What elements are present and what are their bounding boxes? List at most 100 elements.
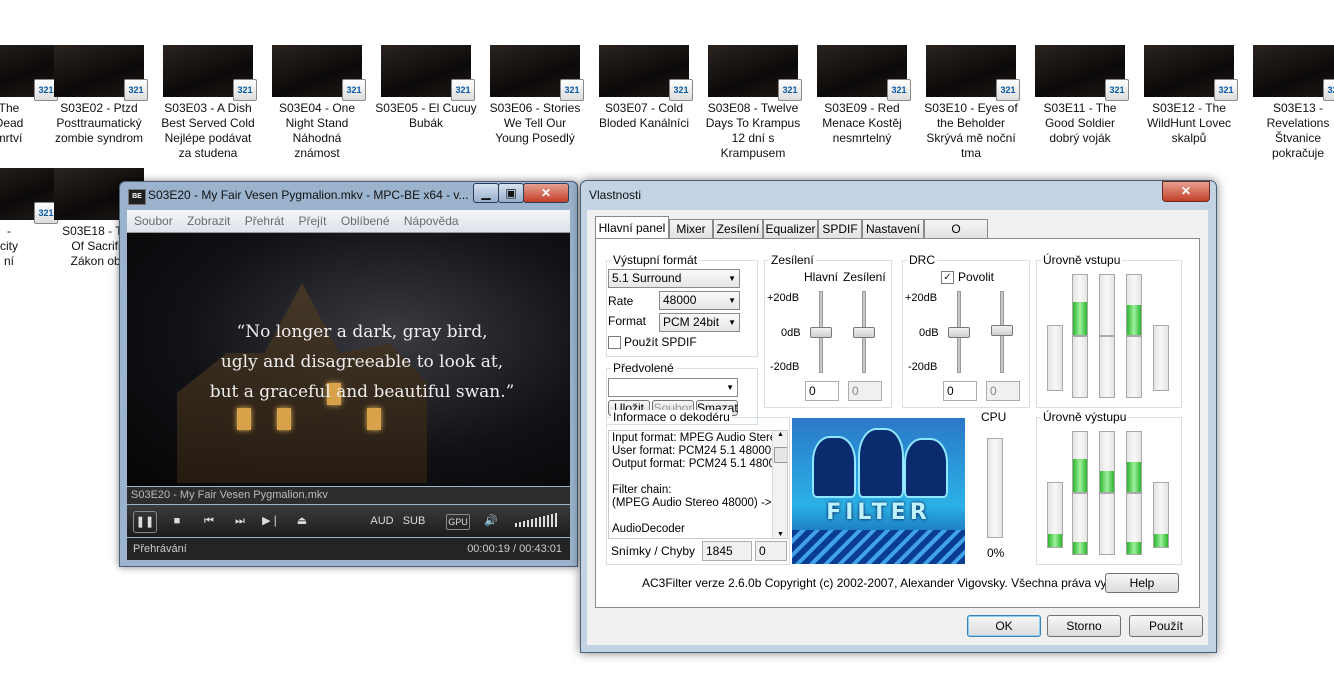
seek-bar-filename[interactable]: S03E20 - My Fair Vesen Pygmalion.mkv bbox=[127, 487, 570, 504]
format-select[interactable]: PCM 24bit ▼ bbox=[659, 313, 740, 332]
ok-button[interactable]: OK bbox=[967, 615, 1041, 637]
output-format-group: Výstupní formát 5.1 Surround ▼ Rate 48000… bbox=[606, 253, 758, 357]
level-fill bbox=[1127, 462, 1141, 492]
dialog-close-button[interactable]: ✕ bbox=[1162, 181, 1210, 202]
level-fill bbox=[1100, 471, 1114, 492]
level-fill bbox=[1048, 534, 1062, 547]
volume-slider[interactable] bbox=[515, 513, 561, 529]
drc-enable-label: Povolit bbox=[958, 270, 995, 284]
video-area[interactable]: “No longer a dark, gray bird, ugly and d… bbox=[127, 233, 570, 486]
chevron-down-icon: ▼ bbox=[728, 296, 736, 305]
menu-zobrazit[interactable]: Zobrazit bbox=[187, 210, 230, 232]
menu-soubor[interactable]: Soubor bbox=[134, 210, 173, 232]
mpc-status-bar: Přehrávání 00:00:19 / 00:43:01 bbox=[127, 538, 570, 560]
input-meter-upper bbox=[1072, 274, 1088, 336]
input-meter-upper bbox=[1126, 274, 1142, 336]
media-player-badge-icon: 321 bbox=[451, 79, 475, 101]
minimize-button[interactable]: ▁ bbox=[473, 183, 499, 203]
thumbnail-label: S03E03 - A Dish Best Served Cold Nejlépe… bbox=[161, 101, 255, 160]
audio-track-button[interactable]: AUD bbox=[370, 511, 394, 531]
input-meter-lower bbox=[1072, 336, 1088, 398]
logo-sail-icon bbox=[858, 428, 904, 498]
subtitle-track-button[interactable]: SUB bbox=[402, 511, 426, 531]
decoder-info-line: Output format: PCM24 5.1 48000 bbox=[612, 458, 782, 470]
menu-prehrat[interactable]: Přehrát bbox=[245, 210, 284, 232]
dialog-title: Vlastnosti bbox=[589, 188, 642, 202]
rate-label: Rate bbox=[608, 294, 634, 308]
chevron-down-icon: ▼ bbox=[728, 318, 736, 327]
menu-prejit[interactable]: Přejít bbox=[298, 210, 326, 232]
frame-step-icon[interactable]: ▶❘ bbox=[261, 511, 281, 531]
subtitle-line: but a graceful and beautiful swan.” bbox=[209, 382, 515, 402]
output-levels-title: Úrovně výstupu bbox=[1041, 410, 1129, 424]
volume-icon[interactable]: 🔊 bbox=[481, 511, 501, 531]
logo-sail-icon bbox=[904, 438, 948, 498]
tab-about[interactable]: O programu bbox=[924, 219, 988, 254]
output-meter-lower bbox=[1099, 493, 1115, 555]
decoder-info-text[interactable]: Input format: MPEG Audio Stereo User form… bbox=[608, 430, 788, 539]
cancel-button[interactable]: Storno bbox=[1047, 615, 1121, 637]
preset-combo[interactable]: ▼ bbox=[608, 378, 738, 397]
frames-count: 1845 bbox=[702, 541, 752, 561]
mpc-menu-bar: Soubor Zobrazit Přehrát Přejít Oblíbené … bbox=[127, 210, 570, 233]
mpc-title-bar[interactable]: BE S03E20 - My Fair Vesen Pygmalion.mkv … bbox=[120, 182, 577, 210]
mpc-window[interactable]: BE S03E20 - My Fair Vesen Pygmalion.mkv … bbox=[119, 181, 578, 567]
rate-select[interactable]: 48000 ▼ bbox=[659, 291, 740, 310]
tab-main-panel[interactable]: Hlavní panel bbox=[595, 216, 669, 239]
decoder-info-lines: Input format: MPEG Audio Stereo User form… bbox=[612, 432, 787, 536]
format-value: PCM 24bit bbox=[663, 315, 720, 329]
media-player-badge-icon: 321 bbox=[887, 79, 911, 101]
chevron-down-icon: ▼ bbox=[728, 274, 736, 283]
help-button[interactable]: Help bbox=[1105, 573, 1179, 593]
close-button[interactable]: ✕ bbox=[523, 183, 569, 203]
subtitle-line: ugly and disagreeable to look at, bbox=[220, 352, 504, 372]
mpc-app-icon[interactable]: BE bbox=[128, 189, 146, 205]
tab-spdif[interactable]: SPDIF bbox=[818, 219, 862, 238]
tab-gain[interactable]: Zesílení bbox=[713, 219, 763, 238]
scroll-up-icon[interactable]: ▲ bbox=[773, 431, 787, 438]
output-format-title: Výstupní formát bbox=[611, 253, 700, 267]
menu-oblibene[interactable]: Oblíbené bbox=[341, 210, 390, 232]
thumbnail-label: S03E11 - The Good Soldier dobrý voják bbox=[1043, 101, 1117, 145]
level-fill bbox=[1154, 534, 1168, 547]
gpu-indicator[interactable]: GPU bbox=[446, 514, 470, 530]
playback-time: 00:00:19 / 00:43:01 bbox=[467, 543, 562, 555]
drc-input-2[interactable]: 0 bbox=[986, 381, 1020, 401]
check-icon: ✓ bbox=[943, 272, 952, 283]
gain-input[interactable]: 0 bbox=[848, 381, 882, 401]
drc-input-1[interactable]: 0 bbox=[943, 381, 977, 401]
apply-button[interactable]: Použít bbox=[1129, 615, 1203, 637]
dialog-body: Hlavní panel Mixer Zesílení Equalizer SP… bbox=[587, 210, 1208, 645]
input-meter-lower bbox=[1126, 336, 1142, 398]
master-gain-input[interactable]: 0 bbox=[805, 381, 839, 401]
scroll-thumb[interactable] bbox=[774, 447, 787, 463]
gain-slider[interactable] bbox=[853, 327, 875, 338]
logo-sail-icon bbox=[812, 436, 856, 498]
frames-label: Snímky / Chyby bbox=[611, 544, 696, 558]
tab-equalizer[interactable]: Equalizer bbox=[763, 219, 818, 238]
menu-napoveda[interactable]: Nápověda bbox=[404, 210, 459, 232]
drc-slider-2[interactable] bbox=[991, 325, 1013, 336]
tab-settings[interactable]: Nastavení bbox=[862, 219, 924, 238]
previous-icon[interactable]: ⏮ bbox=[199, 511, 219, 531]
use-spdif-checkbox[interactable] bbox=[608, 336, 621, 349]
next-icon[interactable]: ⏭ bbox=[230, 511, 250, 531]
tab-mixer[interactable]: Mixer bbox=[669, 219, 713, 238]
speakers-select[interactable]: 5.1 Surround ▼ bbox=[608, 269, 740, 288]
stop-icon[interactable]: ■ bbox=[167, 511, 187, 531]
drc-enable-checkbox[interactable]: ✓ bbox=[941, 271, 954, 284]
speakers-value: 5.1 Surround bbox=[612, 271, 682, 285]
scroll-down-icon[interactable]: ▼ bbox=[773, 531, 787, 538]
decoder-info-line: AudioDecoder bbox=[612, 523, 685, 535]
eject-icon[interactable]: ⏏ bbox=[292, 511, 312, 531]
decoder-info-scrollbar[interactable]: ▲ ▼ bbox=[772, 431, 787, 538]
format-label: Format bbox=[608, 314, 647, 328]
pause-icon[interactable]: ❚❚ bbox=[133, 511, 157, 533]
drc-slider-1[interactable] bbox=[948, 327, 970, 338]
properties-dialog[interactable]: Vlastnosti ✕ Hlavní panel Mixer Zesílení… bbox=[580, 180, 1217, 653]
chevron-down-icon: ▼ bbox=[726, 383, 734, 392]
maximize-button[interactable]: ▣ bbox=[498, 183, 524, 203]
master-gain-slider[interactable] bbox=[810, 327, 832, 338]
cpu-value: 0% bbox=[987, 546, 1005, 560]
ac3filter-logo: FILTER bbox=[792, 418, 965, 564]
